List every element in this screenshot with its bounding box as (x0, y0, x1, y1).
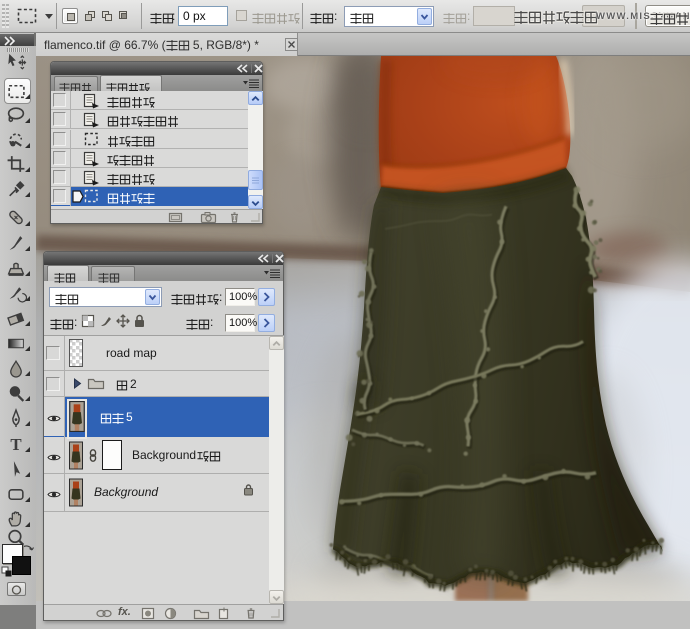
svg-text:T: T (10, 435, 21, 454)
